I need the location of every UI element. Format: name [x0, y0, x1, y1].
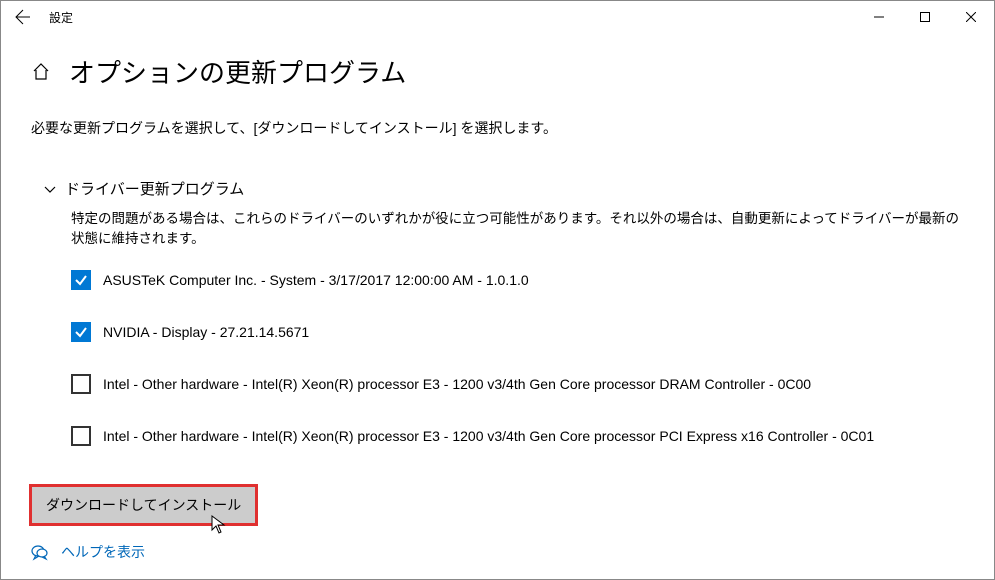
page-title: オプションの更新プログラム	[69, 53, 406, 90]
help-icon	[31, 543, 49, 561]
minimize-icon	[874, 12, 884, 22]
checkbox[interactable]	[71, 322, 91, 342]
titlebar: 設定	[1, 1, 994, 33]
update-list: ASUSTeK Computer Inc. - System - 3/17/20…	[71, 270, 964, 446]
cursor-icon	[211, 515, 227, 535]
download-install-button[interactable]: ダウンロードしてインストール	[31, 486, 256, 524]
back-button[interactable]	[1, 1, 45, 33]
checkbox[interactable]	[71, 426, 91, 446]
update-item: Intel - Other hardware - Intel(R) Xeon(R…	[71, 374, 964, 394]
content-area: オプションの更新プログラム 必要な更新プログラムを選択して、[ダウンロードしてイ…	[1, 33, 994, 579]
window-controls	[856, 1, 994, 33]
page-header: オプションの更新プログラム	[31, 53, 964, 90]
update-label: ASUSTeK Computer Inc. - System - 3/17/20…	[103, 272, 529, 288]
back-arrow-icon	[15, 9, 31, 25]
checkbox[interactable]	[71, 374, 91, 394]
update-label: NVIDIA - Display - 27.21.14.5671	[103, 324, 309, 340]
close-icon	[966, 12, 976, 22]
section-title: ドライバー更新プログラム	[65, 178, 244, 199]
chevron-down-icon	[43, 182, 57, 196]
section-description: 特定の問題がある場合は、これらのドライバーのいずれかが役に立つ可能性があります。…	[71, 209, 964, 250]
window-title: 設定	[49, 9, 73, 26]
minimize-button[interactable]	[856, 1, 902, 33]
help-link[interactable]: ヘルプを表示	[31, 542, 964, 562]
update-item: NVIDIA - Display - 27.21.14.5671	[71, 322, 964, 342]
update-label: Intel - Other hardware - Intel(R) Xeon(R…	[103, 428, 874, 444]
update-item: ASUSTeK Computer Inc. - System - 3/17/20…	[71, 270, 964, 290]
checkbox[interactable]	[71, 270, 91, 290]
page-description: 必要な更新プログラムを選択して、[ダウンロードしてインストール] を選択します。	[31, 118, 964, 138]
home-icon[interactable]	[31, 62, 51, 82]
close-button[interactable]	[948, 1, 994, 33]
maximize-button[interactable]	[902, 1, 948, 33]
help-label: ヘルプを表示	[61, 542, 145, 562]
update-item: Intel - Other hardware - Intel(R) Xeon(R…	[71, 426, 964, 446]
section-toggle[interactable]: ドライバー更新プログラム	[43, 178, 964, 199]
maximize-icon	[920, 12, 930, 22]
update-label: Intel - Other hardware - Intel(R) Xeon(R…	[103, 376, 811, 392]
